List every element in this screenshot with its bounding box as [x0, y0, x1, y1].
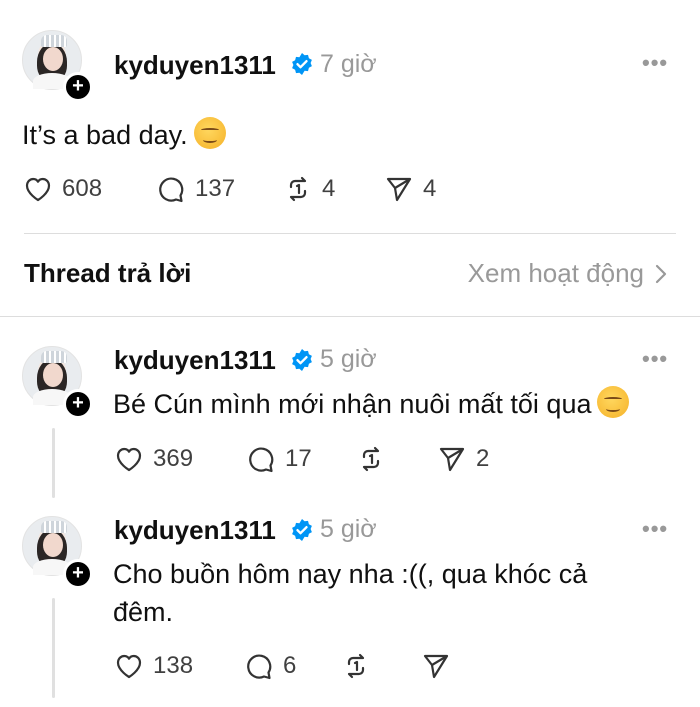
username[interactable]: kyduyen1311: [114, 515, 276, 546]
heart-icon: [25, 177, 51, 202]
divider: [0, 316, 700, 317]
send-icon: [386, 177, 412, 202]
send-icon: [439, 447, 465, 472]
chevron-right-icon: [655, 264, 667, 283]
reply-text-content: Bé Cún mình mới nhận nuôi mất tối qua: [113, 389, 592, 419]
like-count: 608: [62, 175, 103, 202]
reply-text-line: Cho buồn hôm nay nha :((, qua khóc cả: [113, 559, 588, 589]
comment-icon: [247, 654, 272, 680]
comment-count: 17: [285, 445, 312, 472]
repost-icon: [289, 176, 307, 202]
repost-button[interactable]: 4: [282, 173, 335, 205]
comment-icon: [159, 177, 184, 203]
repost-icon: [347, 653, 365, 679]
avatar-crown: [41, 351, 67, 363]
post-text-content: It’s a bad day.: [22, 120, 188, 150]
share-button[interactable]: 2: [436, 443, 489, 475]
reply-text-line: đêm.: [113, 597, 174, 627]
like-count: 138: [153, 652, 194, 679]
reply-text: Cho buồn hôm nay nha :((, qua khóc cả đê…: [113, 555, 587, 631]
thread-line: [52, 428, 55, 498]
divider: [24, 233, 676, 234]
verified-badge-icon: [292, 519, 312, 541]
comment-count: 6: [283, 652, 297, 679]
follow-plus-icon[interactable]: +: [63, 389, 93, 419]
heart-icon: [116, 654, 142, 679]
comment-button[interactable]: 17: [245, 443, 312, 475]
repost-icon: [362, 446, 380, 472]
more-options-icon[interactable]: •••: [642, 516, 668, 542]
post-time: 5 giờ: [320, 515, 377, 543]
like-button[interactable]: 138: [113, 650, 193, 682]
comment-button[interactable]: 6: [243, 650, 296, 682]
post-time: 7 giờ: [320, 50, 377, 78]
post-time: 5 giờ: [320, 345, 377, 373]
heart-icon: [116, 447, 142, 472]
like-button[interactable]: 369: [113, 443, 193, 475]
comment-button[interactable]: 137: [155, 173, 235, 205]
like-count: 369: [153, 445, 194, 472]
repost-button[interactable]: [355, 443, 387, 475]
post-text: It’s a bad day.: [22, 116, 226, 154]
share-button[interactable]: [420, 650, 452, 682]
share-button[interactable]: 4: [383, 173, 436, 205]
avatar-face: [43, 47, 63, 71]
avatar-crown: [41, 521, 67, 533]
username[interactable]: kyduyen1311: [114, 50, 276, 81]
comment-count: 137: [195, 175, 236, 202]
share-count: 4: [423, 175, 437, 202]
comment-icon: [249, 447, 274, 473]
avatar-face: [43, 533, 63, 557]
follow-plus-icon[interactable]: +: [63, 559, 93, 589]
see-activity-label: Xem hoạt động: [467, 258, 644, 288]
thread-line: [52, 598, 55, 698]
more-options-icon[interactable]: •••: [642, 50, 668, 76]
repost-button[interactable]: [340, 650, 372, 682]
follow-plus-icon[interactable]: +: [63, 72, 93, 102]
verified-badge-icon: [292, 53, 312, 75]
reply-text: Bé Cún mình mới nhận nuôi mất tối qua: [113, 385, 630, 423]
username[interactable]: kyduyen1311: [114, 345, 276, 376]
verified-badge-icon: [292, 349, 312, 371]
like-button[interactable]: 608: [22, 173, 102, 205]
pensive-face-icon: [597, 386, 630, 418]
replies-header-title: Thread trả lời: [24, 258, 192, 288]
see-activity-link[interactable]: Xem hoạt động: [468, 258, 668, 289]
avatar-crown: [41, 35, 67, 47]
avatar-face: [43, 363, 63, 387]
persevering-face-icon: [193, 117, 226, 149]
repost-count: 4: [322, 175, 336, 202]
send-icon: [423, 654, 449, 679]
share-count: 2: [476, 445, 490, 472]
more-options-icon[interactable]: •••: [642, 346, 668, 372]
